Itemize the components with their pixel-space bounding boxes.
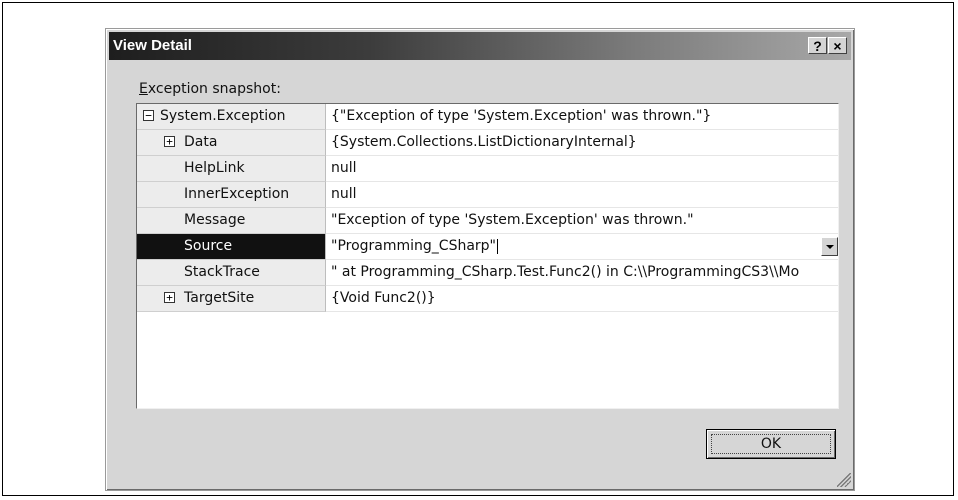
dialog-title: View Detail — [113, 37, 192, 54]
property-value-cell[interactable]: " at Programming_CSharp.Test.Func2() in … — [326, 260, 838, 286]
title-bar[interactable]: View Detail ? × — [109, 32, 851, 60]
accelerator-key: E — [139, 81, 148, 97]
property-value-text[interactable]: "Programming_CSharp" — [331, 238, 496, 254]
grid-row-helplink[interactable]: HelpLink null — [137, 156, 838, 182]
property-name: TargetSite — [184, 290, 255, 306]
property-value-cell[interactable]: null — [326, 182, 838, 208]
expand-icon[interactable]: + — [164, 136, 175, 147]
ok-label: OK — [760, 436, 782, 452]
grid-row-message[interactable]: Message "Exception of type 'System.Excep… — [137, 208, 838, 234]
grid-row-targetsite[interactable]: + TargetSite {Void Func2()} — [137, 286, 838, 312]
property-value-cell[interactable]: {Void Func2()} — [326, 286, 838, 312]
view-detail-dialog: View Detail ? × Exception snapshot: − Sy… — [105, 28, 855, 491]
text-caret — [497, 238, 498, 254]
property-name: InnerException — [184, 186, 290, 202]
property-name-cell[interactable]: + Data — [137, 130, 326, 156]
expand-icon[interactable]: + — [164, 292, 175, 303]
property-name: Message — [184, 212, 246, 228]
collapse-icon[interactable]: − — [143, 110, 154, 121]
label-text: xception snapshot: — [147, 81, 281, 97]
property-name-cell[interactable]: Message — [137, 208, 326, 234]
close-button[interactable]: × — [828, 37, 847, 54]
grid-row-stacktrace[interactable]: StackTrace " at Programming_CSharp.Test.… — [137, 260, 838, 286]
grid-row-source[interactable]: Source "Programming_CSharp" — [137, 234, 838, 260]
property-name: System.Exception — [160, 108, 286, 124]
property-name-cell[interactable]: Source — [137, 234, 326, 260]
property-name-cell[interactable]: StackTrace — [137, 260, 326, 286]
grid-row-data[interactable]: + Data {System.Collections.ListDictionar… — [137, 130, 838, 156]
property-grid[interactable]: − System.Exception {"Exception of type '… — [136, 103, 839, 409]
ok-button[interactable]: OK — [706, 429, 836, 459]
property-name-cell[interactable]: − System.Exception — [137, 104, 326, 130]
help-button[interactable]: ? — [808, 37, 827, 54]
exception-snapshot-label: Exception snapshot: — [139, 81, 281, 97]
property-name-cell[interactable]: HelpLink — [137, 156, 326, 182]
dropdown-arrow-icon[interactable] — [821, 237, 838, 256]
property-name-cell[interactable]: InnerException — [137, 182, 326, 208]
resize-grip-icon[interactable] — [837, 473, 851, 487]
property-value-cell[interactable]: "Exception of type 'System.Exception' wa… — [326, 208, 838, 234]
property-value-cell[interactable]: {"Exception of type 'System.Exception' w… — [326, 104, 838, 130]
property-name: HelpLink — [184, 160, 245, 176]
property-name: Source — [184, 238, 233, 254]
grid-row-system-exception[interactable]: − System.Exception {"Exception of type '… — [137, 104, 838, 130]
grid-row-innerexception[interactable]: InnerException null — [137, 182, 838, 208]
property-value-cell[interactable]: {System.Collections.ListDictionaryIntern… — [326, 130, 838, 156]
property-name: Data — [184, 134, 218, 150]
property-value-cell[interactable]: null — [326, 156, 838, 182]
property-value-editor[interactable]: "Programming_CSharp" — [326, 234, 838, 260]
property-name-cell[interactable]: + TargetSite — [137, 286, 326, 312]
property-name: StackTrace — [184, 264, 260, 280]
